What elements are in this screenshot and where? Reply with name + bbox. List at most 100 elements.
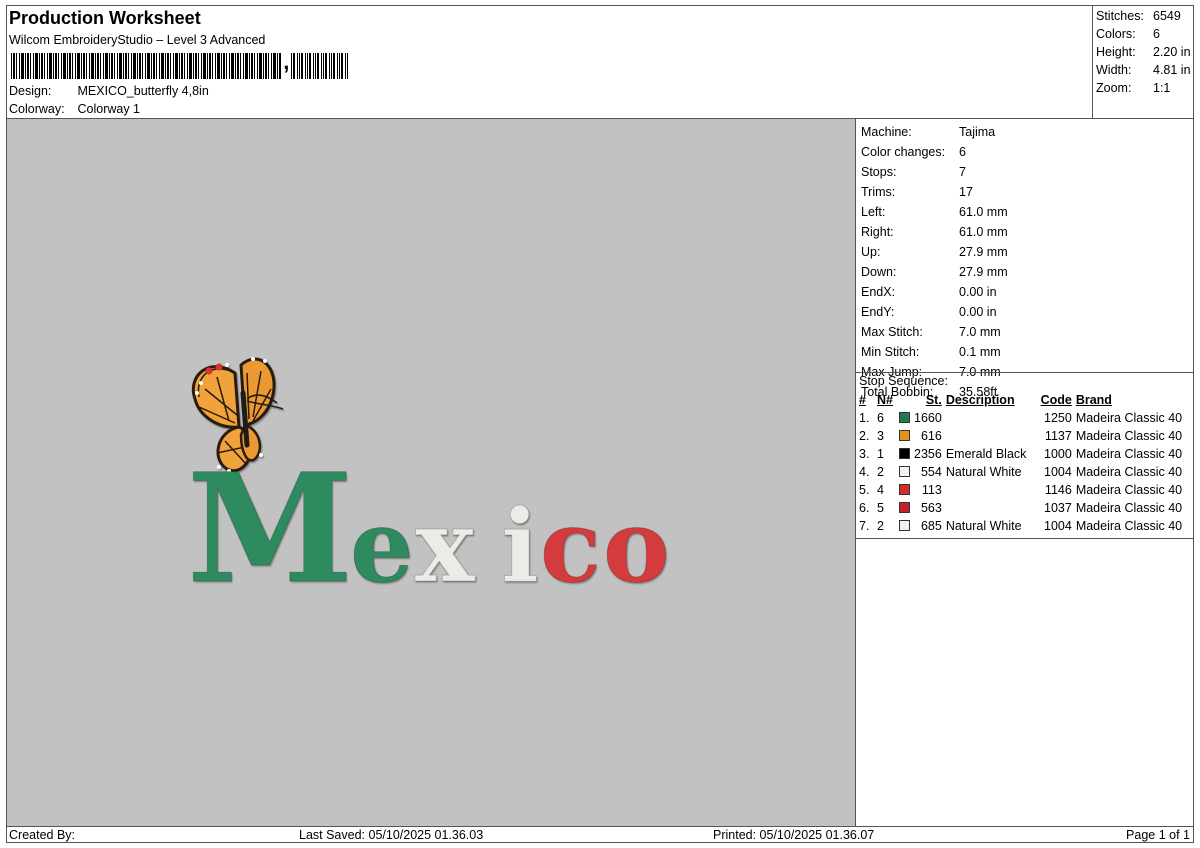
color-swatch-cell [899,481,914,499]
footer: Created By: Last Saved: 05/10/2025 01.36… [7,826,1194,843]
stop-index: 1. [859,411,870,425]
thread-description [946,427,1036,445]
stop-index: 6. [859,501,870,515]
mexico-lettering: M e x i c o [187,441,671,618]
thread-code: 1000 [1044,447,1072,461]
machine-info-label: Color changes: [861,145,946,159]
stop-sequence-row: 4. 2 554 Natural White 1004 Madeira Classic 4… [859,463,1182,481]
stat-row: Stitches: 6549 [1096,7,1191,25]
col-header-swatch [899,391,914,409]
stat-label: Width: [1096,63,1132,77]
thread-brand: Madeira Classic 40 [1075,519,1183,533]
header: Production Worksheet Wilcom EmbroiderySt… [7,6,1093,119]
machine-info-row: Stops: 7 [861,163,1008,181]
worksheet-frame: Production Worksheet Wilcom EmbroiderySt… [6,5,1194,843]
machine-info-value: 0.00 in [959,305,997,319]
last-saved: Last Saved: 05/10/2025 01.36.03 [299,828,484,842]
stop-sequence-row: 7. 2 685 Natural White 1004 Madeira Classic 4… [859,517,1182,535]
machine-info-table: Machine: Tajima Color changes: 6 Stops: 7 Trim… [859,121,1010,403]
thread-description: Emerald Black [945,447,1027,461]
stop-index: 7. [859,519,870,533]
machine-info-label: Machine: [861,125,912,139]
stitch-count: 113 [921,483,942,497]
stat-value: 6549 [1153,9,1181,23]
color-swatch-cell [899,499,914,517]
machine-info-row: Machine: Tajima [861,123,1008,141]
stat-label: Zoom: [1096,81,1132,95]
machine-info-row: Min Stitch: 0.1 mm [861,343,1008,361]
barcode-comma: , [283,49,290,74]
machine-info-label: Left: [861,205,886,219]
stop-index: 2. [859,429,870,443]
color-swatch [899,412,910,423]
stitch-count: 685 [920,519,942,533]
needle-number: 4 [877,483,884,497]
machine-info-panel: Machine: Tajima Color changes: 6 Stops: 7 Trim… [856,119,1194,826]
colorway-value: Colorway 1 [77,102,141,116]
thread-brand: Madeira Classic 40 [1075,411,1183,425]
thread-description: Natural White [945,465,1022,479]
machine-info-row: Trims: 17 [861,183,1008,201]
stats-table: Stitches: 6549 Colors: 6 Height: 2.20 in Width… [1096,7,1191,97]
machine-info-row: Left: 61.0 mm [861,203,1008,221]
divider [856,538,1194,539]
machine-info-row: Right: 61.0 mm [861,223,1008,241]
stop-sequence-row: 1. 6 1660 1250 Madeira Classic 40 [859,409,1182,427]
col-header-brand: Brand [1075,393,1112,407]
thread-code: 1137 [1044,429,1072,443]
divider [856,372,1194,373]
stitch-count: 616 [920,429,942,443]
letter-m: M [187,441,353,617]
letter-x: x [415,487,476,605]
barcode-bars [11,53,282,79]
design-label: Design: [9,84,52,98]
machine-info-row: EndY: 0.00 in [861,303,1008,321]
machine-info-value: 0.1 mm [959,345,1001,359]
machine-info-row: Down: 27.9 mm [861,263,1008,281]
color-swatch-cell [899,445,914,463]
colorway-row: Colorway: Colorway 1 [9,102,140,116]
thread-description [946,481,1036,499]
machine-info-row: Color changes: 6 [861,143,1008,161]
page-title: Production Worksheet [9,8,201,28]
thread-code: 1004 [1044,465,1072,479]
thread-brand: Madeira Classic 40 [1075,483,1183,497]
color-swatch [899,502,910,513]
color-swatch [899,520,910,531]
machine-info-value: 0.00 in [959,285,997,299]
stat-row: Zoom: 1:1 [1096,79,1191,97]
design-preview-canvas: M e x i c o [7,119,856,826]
stop-sequence-row: 3. 1 2356 Emerald Black 1000 Madeira Classic … [859,445,1182,463]
stitch-count: 563 [920,501,942,515]
page-number: Page 1 of 1 [1126,828,1190,842]
stop-sequence-table: # N# St. Description Code Brand 1. 6 1660 1… [859,391,1182,535]
machine-info-value: 61.0 mm [959,205,1008,219]
thread-brand: Madeira Classic 40 [1075,447,1183,461]
needle-number: 2 [877,465,884,479]
needle-number: 3 [877,429,884,443]
stat-label: Height: [1096,45,1136,59]
machine-info-label: Down: [861,265,897,279]
needle-number: 5 [877,501,884,515]
stop-sequence-row: 6. 5 563 1037 Madeira Classic 40 [859,499,1182,517]
color-swatch [899,484,910,495]
color-swatch-cell [899,463,914,481]
color-swatch-cell [899,517,914,535]
stop-sequence-row: 2. 3 616 1137 Madeira Classic 40 [859,427,1182,445]
machine-info-label: EndX: [861,285,896,299]
machine-info-label: Min Stitch: [861,345,920,359]
stat-label: Colors: [1096,27,1136,41]
machine-info-label: Stops: [861,165,897,179]
colorway-label: Colorway: [9,102,65,116]
thread-code: 1037 [1044,501,1072,515]
machine-info-value: Tajima [959,125,996,139]
color-swatch [899,466,910,477]
machine-info-value: 7 [959,165,966,179]
machine-info-label: Up: [861,245,881,259]
stat-row: Colors: 6 [1096,25,1191,43]
col-header-needle: N# [877,393,893,407]
stat-row: Height: 2.20 in [1096,43,1191,61]
design-value: MEXICO_butterfly 4,8in [77,84,209,98]
created-by: Created By: [9,828,76,842]
color-swatch-cell [899,409,914,427]
